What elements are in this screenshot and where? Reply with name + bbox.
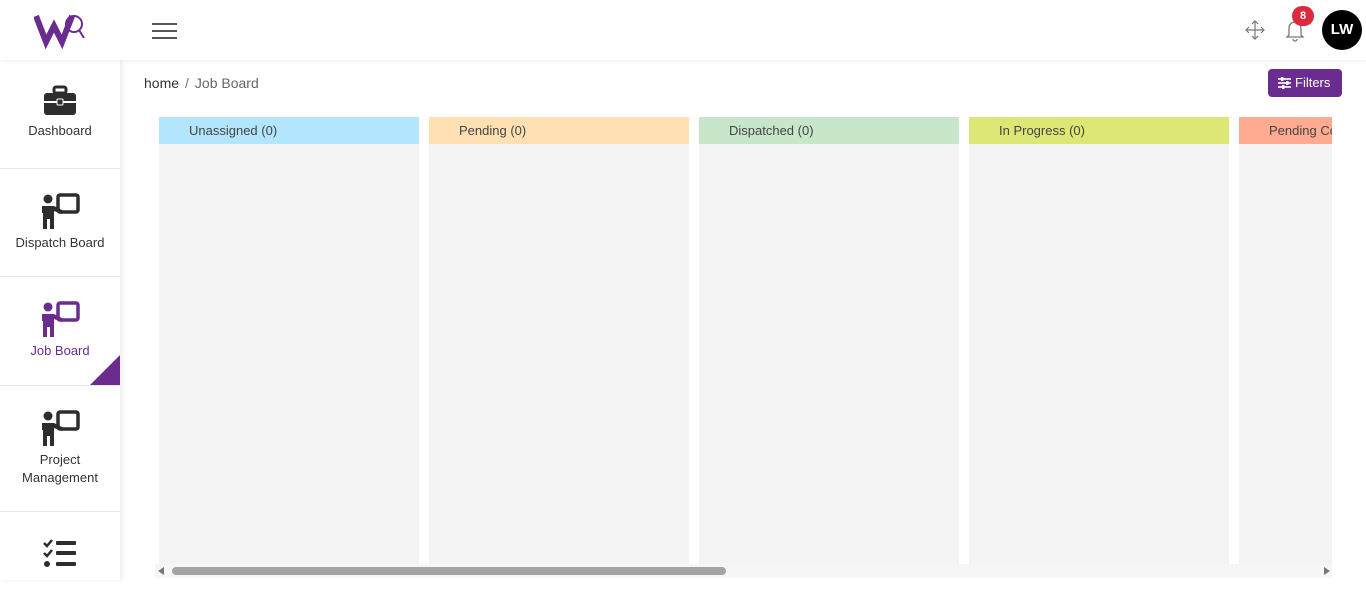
column-header[interactable]: Pending (0)	[429, 117, 689, 144]
filters-button[interactable]: Filters	[1268, 69, 1342, 97]
scrollbar-thumb[interactable]	[172, 567, 726, 575]
board-column-in-progress[interactable]: In Progress (0)	[969, 117, 1229, 564]
sidebar-item-label: Dashboard	[28, 123, 92, 138]
breadcrumb-separator: /	[185, 75, 189, 91]
sidebar-item-dashboard[interactable]: Dashboard	[0, 60, 120, 169]
column-header[interactable]: Pending Co	[1239, 117, 1332, 144]
board-horizontal-scrollbar[interactable]	[155, 564, 1332, 578]
column-header[interactable]: Dispatched (0)	[699, 117, 959, 144]
sidebar-item-label: Project Management	[22, 452, 98, 485]
top-bar: 8 LW	[0, 0, 1366, 60]
job-board-kanban: Unassigned (0) Pending (0) Dispatched (0…	[159, 117, 1332, 564]
board-column-dispatched[interactable]: Dispatched (0)	[699, 117, 959, 564]
column-header[interactable]: Unassigned (0)	[159, 117, 419, 144]
board-column-unassigned[interactable]: Unassigned (0)	[159, 117, 419, 564]
fullscreen-move-icon[interactable]	[1244, 19, 1266, 41]
checklist-icon	[43, 539, 76, 567]
company-logo[interactable]	[34, 12, 88, 50]
breadcrumb-home-link[interactable]: home	[144, 75, 179, 91]
user-avatar[interactable]: LW	[1322, 10, 1362, 50]
column-header[interactable]: In Progress (0)	[969, 117, 1229, 144]
sidebar-nav: Dashboard Dispatch Board Job Board Proje…	[0, 60, 120, 580]
presenter-board-icon	[42, 410, 80, 446]
breadcrumb: home / Job Board	[144, 75, 259, 91]
hamburger-menu-icon[interactable]	[152, 21, 178, 39]
presenter-board-icon	[42, 301, 80, 337]
briefcase-icon	[44, 85, 76, 115]
board-column-pending[interactable]: Pending (0)	[429, 117, 689, 564]
sidebar-item-label: Job Board	[30, 343, 90, 358]
breadcrumb-current: Job Board	[194, 75, 259, 91]
presenter-board-icon	[42, 193, 80, 229]
filters-label: Filters	[1295, 75, 1331, 90]
board-column-pending-completion[interactable]: Pending Co	[1239, 117, 1332, 564]
scroll-left-arrow-icon[interactable]	[158, 567, 164, 575]
sliders-icon	[1278, 77, 1291, 89]
sidebar-item-project-management[interactable]: Project Management	[0, 386, 120, 512]
sidebar-item-job-board[interactable]: Job Board	[0, 277, 120, 386]
sidebar-item-dispatch-board[interactable]: Dispatch Board	[0, 169, 120, 277]
notification-count-badge: 8	[1292, 6, 1314, 26]
scroll-right-arrow-icon[interactable]	[1324, 567, 1330, 575]
sidebar-item-label: Dispatch Board	[15, 235, 105, 250]
sidebar-item-checklist[interactable]	[0, 512, 120, 580]
